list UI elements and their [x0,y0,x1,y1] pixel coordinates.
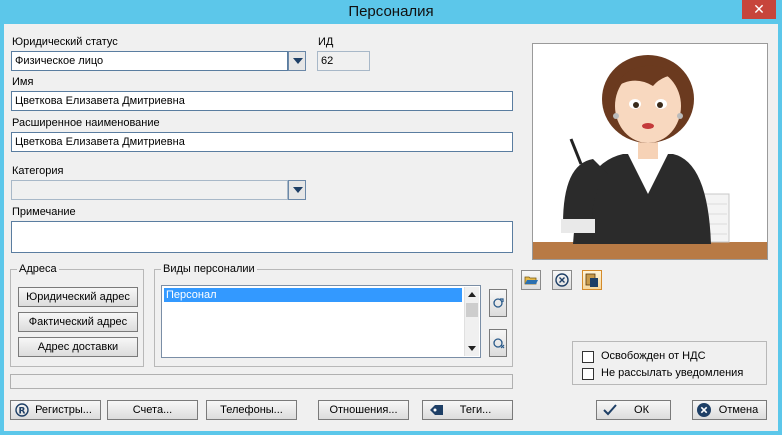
personality-types-listbox[interactable]: Персонал [161,285,481,358]
list-item[interactable]: Персонал [164,288,462,302]
ok-label: ОК [634,404,649,416]
remove-type-icon [493,338,505,349]
legal-address-button[interactable]: Юридический адрес [18,287,138,307]
vat-exempt-label: Освобожден от НДС [601,350,706,362]
add-type-icon [493,298,504,308]
tag-icon [430,405,443,415]
add-type-button[interactable] [489,289,507,317]
note-textarea[interactable] [11,221,513,253]
cancel-label: Отмена [718,404,759,416]
registers-label: Регистры... [35,404,92,416]
registers-button[interactable]: R Регистры... [10,400,101,420]
registered-icon: R [15,403,29,417]
woman-avatar-illustration [533,44,767,259]
close-window-button[interactable]: ✕ [742,0,776,19]
accounts-button[interactable]: Счета... [107,400,198,420]
remove-type-button[interactable] [489,329,507,357]
dialog-body: Юридический статус Физическое лицо ИД 62… [4,24,778,431]
legal-status-combobox[interactable]: Физическое лицо [11,51,288,71]
personality-types-group: Виды персоналии Персонал [154,263,513,367]
id-label: ИД [318,36,334,48]
tags-label: Теги... [459,404,492,416]
delivery-address-label: Адрес доставки [37,341,119,353]
relations-label: Отношения... [329,404,398,416]
no-notifications-checkbox[interactable] [582,368,594,380]
scroll-down-arrow-icon[interactable] [468,346,476,351]
photo-remove-button[interactable] [552,270,572,290]
actual-address-button[interactable]: Фактический адрес [18,312,138,332]
vat-exempt-checkbox[interactable] [582,351,594,363]
category-label: Категория [12,165,64,177]
scroll-up-arrow-icon[interactable] [468,292,476,297]
addresses-group-title: Адреса [17,263,59,275]
remove-circle-icon [555,273,569,287]
note-label: Примечание [12,206,76,218]
svg-text:R: R [19,407,26,417]
ok-button[interactable]: ОК [596,400,671,420]
title-bar[interactable]: Персоналия ✕ [0,0,782,24]
cancel-button[interactable]: Отмена [692,400,767,420]
category-combobox[interactable] [11,180,288,200]
listbox-scrollbar[interactable] [464,287,479,356]
status-strip [10,374,513,389]
no-notifications-label: Не рассылать уведомления [601,367,744,379]
flags-group: Освобожден от НДС Не рассылать уведомлен… [572,341,767,385]
checkmark-icon [603,404,617,416]
name-label: Имя [12,76,34,88]
person-photo [532,43,768,260]
photo-paste-button[interactable] [582,270,602,290]
name-input[interactable]: Цветкова Елизавета Дмитриевна [11,91,513,111]
cancel-circle-icon [697,403,711,417]
paste-icon [585,273,598,287]
extended-name-label: Расширенное наименование [12,117,160,129]
personality-types-group-title: Виды персоналии [161,263,257,275]
extended-name-input[interactable]: Цветкова Елизавета Дмитриевна [11,132,513,152]
phones-label: Телефоны... [220,404,283,416]
window-title: Персоналия [348,3,434,20]
phones-button[interactable]: Телефоны... [206,400,297,420]
tags-button[interactable]: Теги... [422,400,513,420]
scroll-thumb[interactable] [466,303,478,317]
id-field: 62 [317,51,370,71]
photo-open-button[interactable] [521,270,541,290]
folder-open-icon [524,276,538,285]
accounts-label: Счета... [132,404,173,416]
legal-status-dropdown-button[interactable] [288,51,306,71]
personality-window: Персоналия ✕ Юридический статус Физическ… [0,0,782,435]
actual-address-label: Фактический адрес [28,316,128,328]
category-dropdown-button[interactable] [288,180,306,200]
delivery-address-button[interactable]: Адрес доставки [18,337,138,357]
legal-status-label: Юридический статус [12,36,118,48]
addresses-group: Адреса Юридический адрес Фактический адр… [10,263,144,367]
relations-button[interactable]: Отношения... [318,400,409,420]
legal-address-label: Юридический адрес [26,291,130,303]
